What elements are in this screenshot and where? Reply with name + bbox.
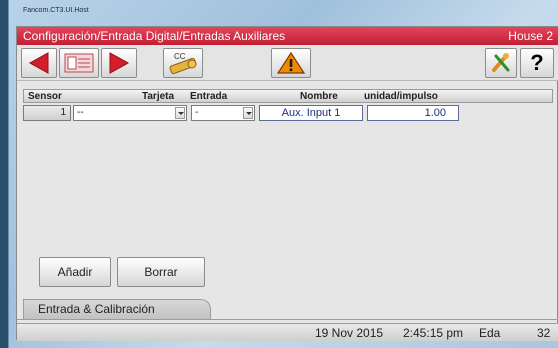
tab-divider — [17, 319, 558, 320]
application-panel: Configuración/Entrada Digital/Entradas A… — [16, 26, 558, 341]
screen-titlebar: Configuración/Entrada Digital/Entradas A… — [17, 27, 558, 45]
header-sensor: Sensor — [28, 91, 62, 102]
help-button[interactable]: ? — [520, 48, 554, 78]
house-label: House 2 — [508, 29, 553, 43]
list-card-icon — [64, 53, 94, 73]
chevron-down-icon[interactable] — [243, 107, 253, 119]
right-arrow-icon — [109, 52, 130, 74]
status-user: Eda — [479, 326, 501, 340]
unidad-impulso-field[interactable]: 1.00 — [367, 105, 459, 121]
entrada-value: - — [195, 107, 199, 118]
status-number: 32 — [537, 326, 551, 340]
tools-icon — [492, 53, 510, 72]
status-bar: 19 Nov 2015 2:45:15 pm Eda 32 — [17, 323, 558, 341]
tab-entrada-calibracion[interactable]: Entrada & Calibración — [23, 299, 211, 319]
window-title: Fancom.CT3.UI.Host — [23, 7, 89, 14]
tarjeta-value: -- — [77, 107, 84, 118]
tools-button[interactable] — [485, 48, 517, 78]
left-arrow-icon — [28, 52, 49, 74]
table-header: Sensor Tarjeta Entrada Nombre unidad/imp… — [23, 89, 553, 103]
cc-button[interactable]: CC — [163, 48, 203, 78]
menu-button[interactable] — [59, 48, 99, 78]
sensor-number-cell: 1 — [23, 105, 71, 121]
alarm-button[interactable] — [271, 48, 311, 78]
toolbar: CC ? — [17, 45, 558, 81]
status-date: 19 Nov 2015 — [315, 326, 384, 340]
breadcrumb: Configuración/Entrada Digital/Entradas A… — [23, 29, 286, 43]
status-time: 2:45:15 pm — [403, 326, 464, 340]
back-button[interactable] — [21, 48, 57, 78]
header-tarjeta: Tarjeta — [142, 91, 175, 102]
table-row: 1 -- - Aux. Input 1 1.00 — [23, 105, 553, 122]
nombre-field[interactable]: Aux. Input 1 — [259, 105, 363, 121]
cc-label: CC — [174, 52, 186, 61]
chevron-down-icon[interactable] — [175, 107, 185, 119]
header-nombre: Nombre — [300, 91, 338, 102]
header-unidad: unidad/impulso — [364, 91, 438, 102]
warning-icon — [277, 51, 305, 74]
entrada-select[interactable]: - — [191, 105, 255, 121]
cc-key-icon: CC — [169, 52, 197, 75]
header-entrada: Entrada — [190, 91, 228, 102]
delete-button[interactable]: Borrar — [117, 257, 205, 287]
add-button[interactable]: Añadir — [39, 257, 111, 287]
tarjeta-select[interactable]: -- — [73, 105, 187, 121]
forward-button[interactable] — [101, 48, 137, 78]
